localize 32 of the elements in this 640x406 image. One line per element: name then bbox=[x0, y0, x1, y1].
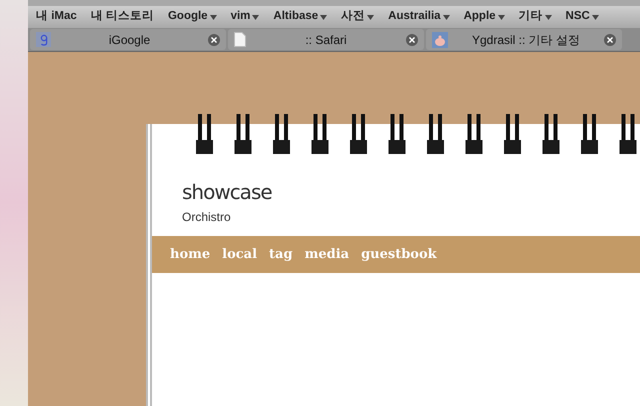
close-icon[interactable] bbox=[604, 34, 616, 46]
dropdown-arrow-icon bbox=[498, 14, 505, 20]
bookmark[interactable]: NSC bbox=[566, 8, 599, 26]
bookmark[interactable]: 기타 bbox=[518, 8, 552, 26]
bookmark[interactable]: vim bbox=[230, 8, 260, 26]
dropdown-arrow-icon bbox=[252, 14, 260, 20]
blob-icon bbox=[432, 32, 448, 48]
bookmark[interactable]: Google bbox=[168, 8, 217, 26]
browser-tab[interactable]: :: Safari bbox=[228, 29, 424, 50]
google-icon bbox=[36, 32, 51, 47]
tab-title: iGoogle bbox=[108, 32, 152, 48]
close-icon[interactable] bbox=[208, 34, 220, 46]
bookmark[interactable]: 내 티스토리 bbox=[90, 8, 154, 26]
bookmark[interactable]: Apple bbox=[464, 8, 505, 26]
browser-tab[interactable]: iGoogle bbox=[30, 29, 226, 50]
tab-title: Ygdrasil :: 기타 설정 bbox=[470, 32, 582, 48]
bookmark[interactable]: Altibase bbox=[273, 8, 328, 26]
dropdown-arrow-icon bbox=[320, 14, 328, 20]
close-icon[interactable] bbox=[406, 34, 418, 46]
dropdown-arrow-icon bbox=[544, 14, 552, 20]
dropdown-arrow-icon bbox=[210, 14, 217, 20]
bookmark[interactable]: 내 iMac bbox=[36, 8, 77, 26]
dropdown-arrow-icon bbox=[592, 14, 599, 20]
dropdown-arrow-icon bbox=[442, 14, 450, 20]
bookmark[interactable]: 사전 bbox=[341, 8, 374, 26]
tab-title: :: Safari bbox=[304, 32, 348, 48]
browser-tab[interactable]: Ygdrasil :: 기타 설정 bbox=[426, 29, 622, 50]
blog-subtitle: Orchistro bbox=[182, 209, 232, 226]
page-icon bbox=[234, 32, 246, 47]
blog-title: showcase bbox=[182, 180, 273, 204]
dropdown-arrow-icon bbox=[367, 14, 374, 20]
bookmark[interactable]: Austrailia bbox=[388, 8, 450, 26]
